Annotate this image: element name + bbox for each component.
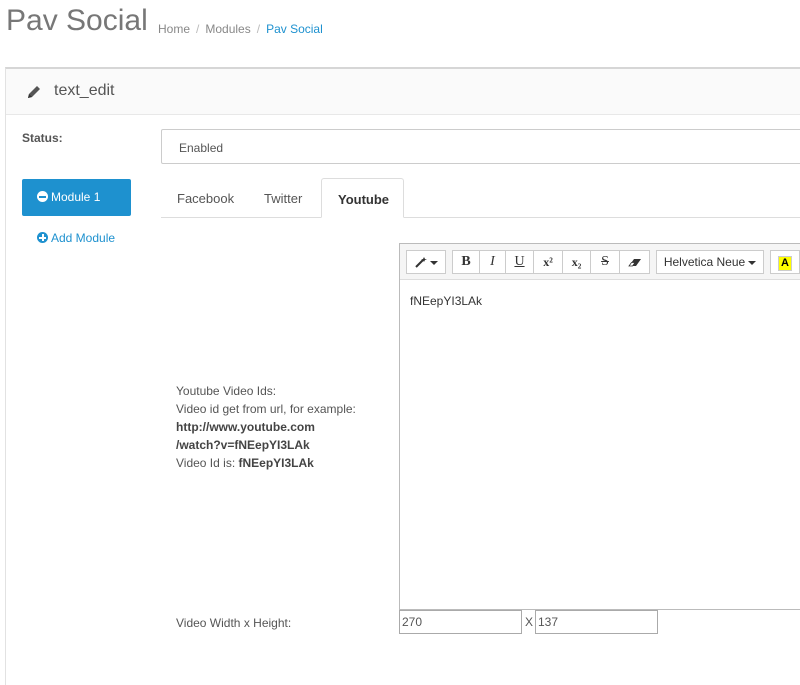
- editor-toolbar: B I U x² x₂ S Helvetica Neue A: [400, 244, 800, 280]
- tab-bar: Facebook Twitter Youtube: [161, 178, 800, 218]
- subscript-button[interactable]: x₂: [562, 250, 591, 274]
- video-width-input[interactable]: [399, 610, 522, 634]
- italic-button[interactable]: I: [479, 250, 506, 274]
- bold-button[interactable]: B: [452, 250, 480, 274]
- page-title: Pav Social: [6, 4, 148, 37]
- editor-content[interactable]: fNEepYI3LAk: [410, 294, 482, 308]
- page-header: Pav Social Home / Modules / Pav Social: [0, 0, 800, 66]
- module-1-label: Module 1: [51, 190, 101, 204]
- breadcrumb-separator: /: [256, 22, 261, 36]
- help-url-2: /watch?v=fNEepYI3LAk: [176, 438, 310, 452]
- highlight-color-button[interactable]: A: [770, 250, 800, 274]
- caret-down-icon: [748, 261, 757, 265]
- panel-heading: text_edit: [6, 69, 800, 115]
- caret-down-icon: [429, 261, 438, 265]
- rich-text-editor[interactable]: B I U x² x₂ S Helvetica Neue A fNEepYI3L…: [399, 243, 800, 610]
- strikethrough-button[interactable]: S: [590, 250, 620, 274]
- breadcrumb-home[interactable]: Home: [158, 22, 190, 36]
- help-id-value: fNEepYI3LAk: [238, 456, 314, 470]
- status-select[interactable]: Enabled: [161, 129, 800, 164]
- breadcrumb-current[interactable]: Pav Social: [266, 22, 323, 36]
- pencil-icon: [28, 86, 40, 98]
- plus-circle-icon: [37, 232, 48, 243]
- status-label: Status:: [22, 131, 63, 145]
- style-dropdown-button[interactable]: [406, 250, 446, 274]
- clear-format-button[interactable]: [619, 250, 650, 274]
- help-line-2: Video id get from url, for example:: [176, 402, 356, 416]
- tab-twitter[interactable]: Twitter: [248, 178, 318, 218]
- breadcrumb-modules[interactable]: Modules: [205, 22, 250, 36]
- size-separator: X: [525, 615, 534, 629]
- breadcrumb: Home / Modules / Pav Social: [158, 22, 323, 36]
- eraser-icon: [627, 259, 641, 267]
- youtube-help-text: Youtube Video Ids: Video id get from url…: [176, 382, 386, 472]
- underline-button[interactable]: U: [505, 250, 534, 274]
- tab-facebook[interactable]: Facebook: [161, 178, 250, 218]
- add-module-link[interactable]: Add Module: [37, 231, 115, 245]
- add-module-label: Add Module: [51, 231, 116, 245]
- video-size-label: Video Width x Height:: [176, 616, 292, 630]
- help-line-1: Youtube Video Ids:: [176, 384, 277, 398]
- minus-circle-icon[interactable]: [37, 191, 48, 202]
- tab-youtube[interactable]: Youtube: [321, 178, 404, 218]
- panel-title: text_edit: [54, 82, 115, 99]
- magic-wand-icon: [414, 257, 427, 268]
- module-1-button[interactable]: Module 1: [22, 179, 131, 216]
- superscript-button[interactable]: x²: [533, 250, 563, 274]
- font-family-dropdown[interactable]: Helvetica Neue: [656, 250, 764, 274]
- highlight-icon: A: [778, 256, 792, 271]
- help-id-prefix: Video Id is:: [176, 456, 239, 470]
- font-family-label: Helvetica Neue: [663, 255, 746, 269]
- breadcrumb-separator: /: [196, 22, 200, 36]
- video-height-input[interactable]: [535, 610, 658, 634]
- help-url-1: http://www.youtube.com: [176, 420, 315, 434]
